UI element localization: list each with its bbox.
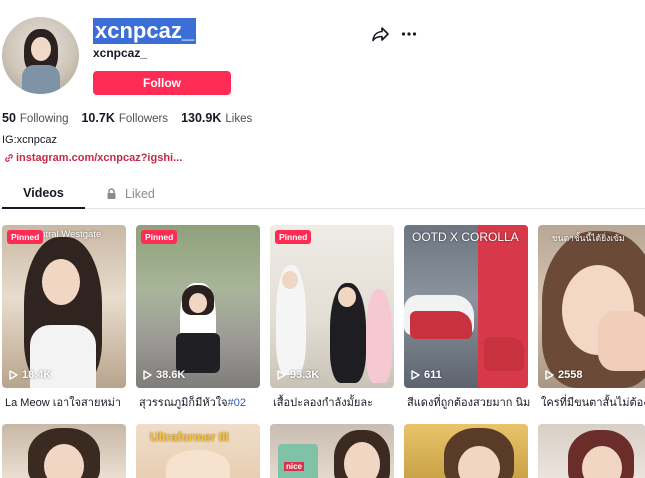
bio-link[interactable]: instagram.com/xcnpcaz?igshi... bbox=[4, 152, 182, 164]
tab-videos[interactable]: Videos bbox=[2, 180, 85, 209]
video-title[interactable]: สีแดงที่ถูกต้องสวยมาก นิม bbox=[407, 393, 531, 411]
video-overlay-text: Ultraformer III bbox=[150, 430, 229, 444]
tab-active-indicator bbox=[2, 207, 85, 209]
lock-icon bbox=[107, 188, 116, 199]
pinned-badge: Pinned bbox=[7, 230, 44, 244]
play-icon bbox=[9, 370, 18, 380]
video-overlay-text: nice bbox=[284, 462, 305, 471]
view-count: 2558 bbox=[545, 369, 582, 381]
video-card[interactable] bbox=[404, 424, 528, 478]
pinned-badge: Pinned bbox=[275, 230, 312, 244]
video-card[interactable]: Ultraformer III bbox=[136, 424, 260, 478]
video-card[interactable]: nice bbox=[270, 424, 394, 478]
video-title[interactable]: เสื้อปะลองกำลังมั้ยละ bbox=[273, 393, 397, 411]
view-count: 611 bbox=[411, 369, 442, 381]
play-icon bbox=[143, 370, 152, 380]
view-count: 38.6K bbox=[143, 369, 185, 381]
play-icon bbox=[411, 370, 420, 380]
view-count: 93.3K bbox=[277, 369, 319, 381]
play-icon bbox=[545, 370, 554, 380]
video-card[interactable]: Pinned 38.6K bbox=[136, 225, 260, 388]
pinned-badge: Pinned bbox=[141, 230, 178, 244]
video-card[interactable]: OOTD X COROLLA 611 bbox=[404, 225, 528, 388]
view-count: 18.4K bbox=[9, 369, 51, 381]
stat-following[interactable]: 50 Following bbox=[2, 111, 68, 125]
video-card[interactable]: Central Westgate Pinned 18.4K bbox=[2, 225, 126, 388]
bio-text: IG:xcnpcaz bbox=[2, 134, 58, 146]
video-card[interactable] bbox=[2, 424, 126, 478]
video-overlay-text: ขนตาชั้นนี้ได้ยิ่งเข้ม bbox=[552, 233, 625, 243]
nickname: xcnpcaz_ bbox=[93, 46, 148, 60]
play-icon bbox=[277, 370, 286, 380]
username-title: xcnpcaz_ bbox=[93, 18, 197, 44]
avatar[interactable] bbox=[2, 17, 79, 94]
follow-button[interactable]: Follow bbox=[93, 71, 231, 95]
link-icon bbox=[5, 154, 13, 162]
stat-followers[interactable]: 10.7K Followers bbox=[81, 111, 168, 125]
profile-tabs: Videos Liked bbox=[0, 180, 645, 209]
video-title[interactable]: สุวรรณภูมิก็มีหัวใจ#02 bbox=[139, 393, 263, 411]
video-hashtag[interactable]: #02 bbox=[228, 397, 246, 409]
more-icon[interactable] bbox=[401, 26, 417, 42]
video-card[interactable]: Pinned 93.3K bbox=[270, 225, 394, 388]
stat-likes: 130.9K Likes bbox=[181, 111, 253, 125]
profile-stats: 50 Following 10.7K Followers 130.9K Likes bbox=[2, 111, 265, 125]
tab-liked[interactable]: Liked bbox=[106, 180, 155, 209]
share-icon[interactable] bbox=[372, 26, 389, 42]
video-overlay-text: OOTD X COROLLA bbox=[412, 230, 519, 244]
video-title[interactable]: ใครที่มีขนตาสั้นไม่ต้อง bbox=[541, 393, 645, 411]
video-card[interactable] bbox=[538, 424, 645, 478]
video-title[interactable]: La Meow เอาใจสายหม่า bbox=[5, 393, 129, 411]
video-card[interactable]: ขนตาชั้นนี้ได้ยิ่งเข้ม 2558 bbox=[538, 225, 645, 388]
